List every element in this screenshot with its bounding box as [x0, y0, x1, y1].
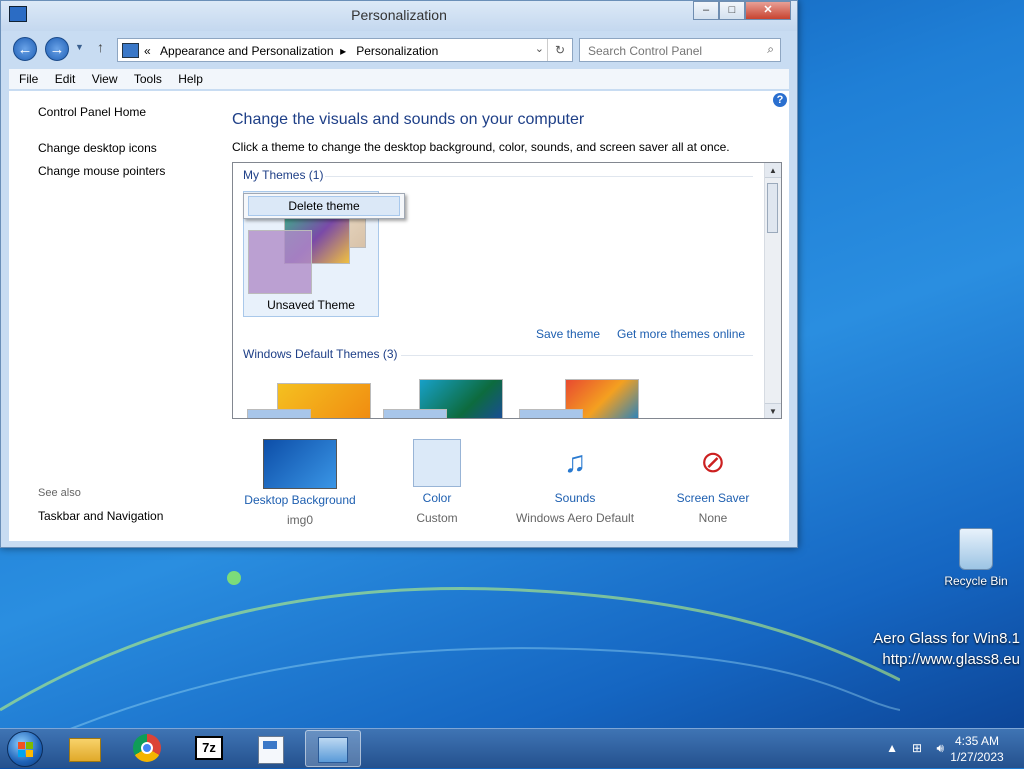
up-button[interactable]: ↑	[97, 39, 104, 55]
color-value: Custom	[416, 511, 458, 525]
chrome-icon[interactable]	[119, 730, 175, 767]
page-subtitle: Click a theme to change the desktop back…	[232, 140, 730, 154]
themes-list: My Themes (1) Delete theme Unsaved Theme…	[232, 162, 782, 419]
theme-flowers-swatch	[519, 409, 583, 418]
control-panel-home-link[interactable]: Control Panel Home	[38, 105, 146, 119]
my-themes-group-label: My Themes (1)	[243, 168, 324, 182]
windows-logo-icon	[26, 742, 33, 749]
sounds-item[interactable]: ♫ Sounds Windows Aero Default	[505, 439, 645, 525]
get-more-themes-link[interactable]: Get more themes online	[617, 327, 745, 341]
sounds-value: Windows Aero Default	[515, 511, 635, 525]
screen-saver-icon: ⊘	[700, 446, 726, 479]
navigation-bar: ← → ▼ ↑ « Appearance and Personalization…	[9, 33, 789, 65]
sounds-icon: ♫	[563, 446, 587, 479]
group-divider	[325, 176, 753, 177]
clock-time: 4:35 AM	[954, 734, 1000, 748]
change-desktop-icons-link[interactable]: Change desktop icons	[38, 141, 157, 155]
color-label: Color	[422, 491, 452, 505]
personalization-window: Personalization – □ ✕ ← → ▼ ↑ « Appearan…	[0, 0, 798, 548]
address-dropdown-icon[interactable]: ⌄	[535, 42, 544, 55]
close-button[interactable]: ✕	[745, 1, 791, 20]
menu-tools[interactable]: Tools	[124, 69, 162, 86]
scroll-up-arrow-icon[interactable]: ▲	[765, 163, 781, 178]
desktop-background-label: Desktop Background	[244, 493, 356, 507]
back-button[interactable]: ←	[13, 37, 37, 61]
screen-saver-value: None	[698, 511, 728, 525]
windows-logo-icon	[18, 750, 25, 757]
watermark: Aero Glass for Win8.1 http://www.glass8.…	[873, 628, 1020, 670]
show-hidden-icons-chevron-icon[interactable]: ▲	[886, 741, 898, 755]
page-title: Change the visuals and sounds on your co…	[232, 111, 585, 128]
desktop-background-value: img0	[286, 513, 313, 527]
window-title: Personalization	[351, 7, 447, 23]
recycle-bin-label: Recycle Bin	[944, 574, 1008, 588]
screen-saver-item[interactable]: ⊘ Screen Saver None	[643, 439, 783, 525]
7zip-icon[interactable]: 7z	[181, 730, 237, 767]
content-pane: ? Control Panel Home Change desktop icon…	[9, 91, 789, 541]
save-theme-link[interactable]: Save theme	[536, 327, 600, 341]
help-icon[interactable]: ?	[773, 93, 787, 107]
title-bar[interactable]: Personalization – □ ✕	[1, 1, 797, 31]
menu-file[interactable]: File	[9, 69, 38, 86]
unsaved-theme-name: Unsaved Theme	[267, 298, 355, 312]
desktop-background-item[interactable]: Desktop Background img0	[230, 439, 370, 527]
watermark-line2: http://www.glass8.eu	[882, 651, 1020, 668]
menu-bar: File Edit View Tools Help	[9, 69, 789, 89]
theme-earth-swatch	[383, 409, 447, 418]
context-menu: Delete theme	[243, 193, 405, 219]
group-divider	[401, 355, 753, 356]
breadcrumb-personalization[interactable]: Personalization	[356, 44, 438, 58]
taskbar-navigation-link[interactable]: Taskbar and Navigation	[38, 509, 163, 523]
breadcrumb-overflow[interactable]: «	[144, 44, 151, 58]
refresh-icon[interactable]: ↻	[547, 39, 572, 61]
recycle-bin[interactable]: Recycle Bin	[940, 528, 1012, 588]
control-panel-icon[interactable]	[305, 730, 361, 767]
volume-icon[interactable]: 🔊︎	[936, 741, 944, 756]
change-mouse-pointers-link[interactable]: Change mouse pointers	[38, 164, 165, 178]
maximize-button[interactable]: □	[719, 1, 745, 20]
taskbar: 7z ▲ ⊞ 🔊︎ 4:35 AM 1/27/2023	[0, 728, 1024, 768]
windows-logo-icon	[26, 750, 33, 757]
menu-edit[interactable]: Edit	[45, 69, 76, 86]
screen-saver-label: Screen Saver	[676, 491, 750, 505]
search-icon[interactable]: ⌕	[767, 42, 774, 57]
clock-date: 1/27/2023	[950, 750, 1004, 764]
color-swatch-icon	[413, 439, 461, 487]
file-explorer-icon[interactable]	[57, 730, 113, 767]
clock[interactable]: 4:35 AM 1/27/2023	[946, 733, 1008, 765]
minimize-button[interactable]: –	[693, 1, 719, 20]
themes-scrollbar[interactable]: ▲ ▼	[764, 163, 781, 418]
forward-button[interactable]: →	[45, 37, 69, 61]
start-button[interactable]	[7, 731, 43, 767]
windows-logo-icon	[18, 742, 25, 749]
search-input[interactable]	[586, 40, 760, 62]
recycle-bin-icon	[959, 528, 993, 570]
address-bar[interactable]: « Appearance and Personalization ▸ Perso…	[117, 38, 573, 62]
menu-help[interactable]: Help	[168, 69, 203, 86]
menu-view[interactable]: View	[82, 69, 118, 86]
scroll-thumb[interactable]	[767, 183, 778, 233]
theme-color-swatch	[248, 230, 312, 294]
theme-windows-swatch	[247, 409, 311, 418]
recent-pages-chevron-icon[interactable]: ▼	[75, 42, 84, 52]
breadcrumb-appearance[interactable]: Appearance and Personalization	[160, 44, 333, 58]
network-icon[interactable]: ⊞	[912, 741, 922, 755]
control-panel-icon	[122, 43, 139, 58]
color-item[interactable]: Color Custom	[367, 439, 507, 525]
see-also-label: See also	[38, 487, 81, 499]
document-viewer-icon[interactable]	[243, 730, 299, 767]
sounds-label: Sounds	[554, 491, 596, 505]
search-box[interactable]: ⌕	[579, 38, 781, 62]
delete-theme-menu-item[interactable]: Delete theme	[248, 196, 400, 216]
scroll-down-arrow-icon[interactable]: ▼	[765, 403, 781, 418]
watermark-line1: Aero Glass for Win8.1	[873, 630, 1020, 647]
desktop-background-icon	[263, 439, 337, 489]
default-themes-group-label: Windows Default Themes (3)	[243, 347, 398, 361]
